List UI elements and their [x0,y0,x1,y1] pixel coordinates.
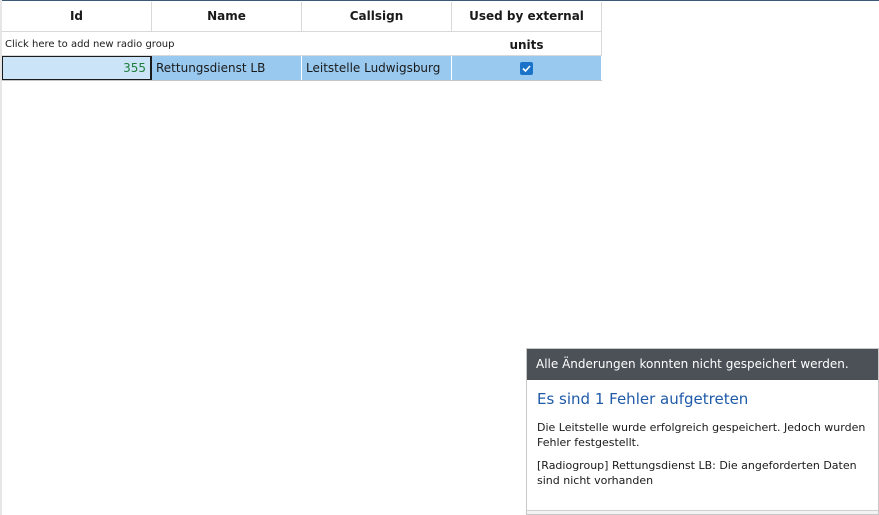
column-header-name[interactable]: Name [152,2,302,31]
window-top-border [0,0,879,1]
notification-header: Alle Änderungen konnten nicht gespeicher… [527,349,878,380]
column-header-id[interactable]: Id [2,2,152,31]
cell-id[interactable]: 355 [2,56,152,80]
error-notification: Alle Änderungen konnten nicht gespeicher… [526,348,879,515]
column-header-callsign[interactable]: Callsign [302,2,452,31]
notification-title: Es sind 1 Fehler aufgetreten [537,390,749,408]
notification-message: Die Leitstelle wurde erfolgreich gespeic… [537,421,866,449]
cell-used-by-external[interactable] [452,56,602,80]
checkmark-icon [522,64,531,72]
notification-footer [527,510,878,514]
column-header-used-by-external[interactable]: Used by external units [452,2,602,52]
used-by-external-checkbox[interactable] [520,61,533,75]
app-window: Id Name Callsign Used by external units … [0,0,879,515]
table-row[interactable]: 355 Rettungsdienst LB Leitstelle Ludwigs… [2,56,602,81]
cell-name[interactable]: Rettungsdienst LB [152,56,302,80]
grid-header: Id Name Callsign Used by external units [2,2,602,52]
radio-group-grid: Id Name Callsign Used by external units … [2,2,602,81]
cell-callsign[interactable]: Leitstelle Ludwigsburg [302,56,452,80]
notification-error-detail: [Radiogroup] Rettungsdienst LB: Die ange… [537,459,857,487]
